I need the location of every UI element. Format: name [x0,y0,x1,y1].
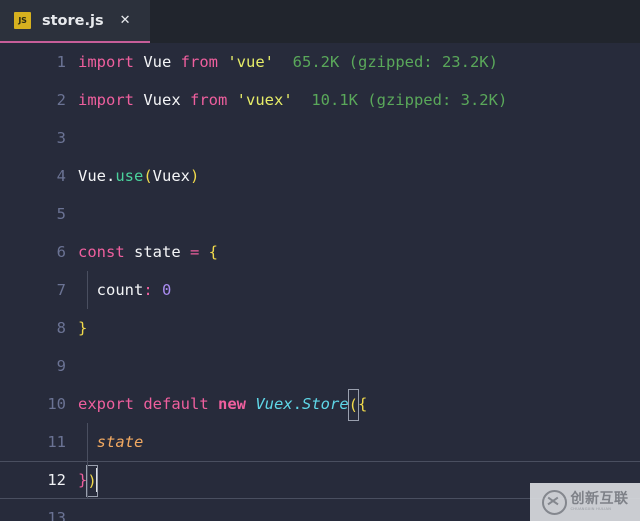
watermark-inner: 创新互联 CHUANGXIN HULIAN [541,489,629,515]
line-content[interactable]: const state = { [78,233,640,271]
line-number: 6 [56,243,66,261]
code-line[interactable]: 9 [0,347,640,385]
tab-store-js[interactable]: JS store.js ✕ [0,0,150,43]
token-punctuation: : [143,281,153,299]
token-keyword: import [78,53,134,71]
watermark-title: 创新互联 [570,491,629,508]
javascript-file-icon: JS [14,12,31,29]
token-object: Vue. [78,167,116,185]
watermark-subtitle: CHUANGXIN HULIAN [570,507,612,512]
tab-bar: JS store.js ✕ [0,0,640,43]
indent-guide [87,461,88,499]
code-editor[interactable]: 1 import Vue from 'vue' 65.2K (gzipped: … [0,43,640,521]
token-property-key: count [96,281,144,299]
import-size-annotation: 10.1K (gzipped: 3.2K) [292,91,508,109]
line-number: 11 [47,433,66,451]
token-identifier: state [124,243,190,261]
line-content[interactable]: count: 0 [78,271,640,309]
code-line[interactable]: 7 count: 0 [0,271,640,309]
token-bracket: } [78,319,88,337]
token-keyword: export default [78,395,218,413]
tab-title: store.js [42,12,104,29]
token-operator: = [190,243,200,261]
watermark-text: 创新互联 CHUANGXIN HULIAN [571,492,629,512]
line-content[interactable]: import Vuex from 'vuex' 10.1K (gzipped: … [78,81,640,119]
token-identifier: Vue [134,53,181,71]
code-line[interactable]: 1 import Vue from 'vue' 65.2K (gzipped: … [0,43,640,81]
line-number: 9 [56,357,66,375]
line-number: 12 [47,471,66,489]
close-icon[interactable]: ✕ [120,13,131,28]
line-content[interactable]: state [78,423,640,461]
line-number: 3 [56,129,66,147]
code-line[interactable]: 5 [0,195,640,233]
line-number: 2 [56,91,66,109]
token-bracket-match: ( [347,388,360,421]
code-line[interactable]: 6 const state = { [0,233,640,271]
code-line[interactable]: 11 state [0,423,640,461]
indent-guide [87,271,88,309]
line-content[interactable]: import Vue from 'vue' 65.2K (gzipped: 23… [78,43,640,81]
token-bracket: { [358,395,368,413]
line-number: 13 [47,509,66,521]
line-content[interactable]: export default new Vuex.Store({ [78,385,640,423]
line-number: 7 [56,281,66,299]
code-line[interactable]: 2 import Vuex from 'vuex' 10.1K (gzipped… [0,81,640,119]
token-keyword: import [78,91,134,109]
token-variable: state [96,433,144,451]
circle-x-logo-icon [541,489,567,515]
token-string: 'vue' [218,53,274,71]
token-bracket: } [78,471,88,489]
token-keyword: from [180,53,218,71]
token-class: Store [302,395,349,413]
code-line[interactable]: 10 export default new Vuex.Store({ [0,385,640,423]
token-argument: Vuex [152,167,190,185]
code-line[interactable]: 8 } [0,309,640,347]
editor-window: JS store.js ✕ 1 import Vue from 'vue' 65… [0,0,640,521]
token-bracket: ( [143,167,153,185]
token-number: 0 [152,281,172,299]
line-content[interactable] [78,119,640,157]
line-content[interactable] [78,347,640,385]
token-punctuation: . [292,395,302,413]
token-string: 'vuex' [227,91,293,109]
import-size-annotation: 65.2K (gzipped: 23.2K) [274,53,498,71]
token-identifier: Vuex [134,91,190,109]
text-cursor [95,467,98,492]
watermark: 创新互联 CHUANGXIN HULIAN [530,483,640,521]
token-bracket: ) [190,167,200,185]
token-function: use [115,167,144,185]
line-number: 8 [56,319,66,337]
token-class: Vuex [245,395,293,413]
code-area[interactable]: 1 import Vue from 'vue' 65.2K (gzipped: … [0,43,640,521]
indent-guide [87,423,88,461]
line-content[interactable]: } [78,309,640,347]
line-content[interactable] [78,195,640,233]
code-line[interactable]: 4 Vue.use(Vuex) [0,157,640,195]
line-number: 10 [47,395,66,413]
token-bracket: { [199,243,219,261]
line-number: 4 [56,167,66,185]
token-keyword: const [78,243,125,261]
line-number: 5 [56,205,66,223]
line-number: 1 [56,53,66,71]
code-line[interactable]: 3 [0,119,640,157]
line-content[interactable]: Vue.use(Vuex) [78,157,640,195]
token-keyword: new [217,395,246,413]
token-keyword: from [190,91,228,109]
